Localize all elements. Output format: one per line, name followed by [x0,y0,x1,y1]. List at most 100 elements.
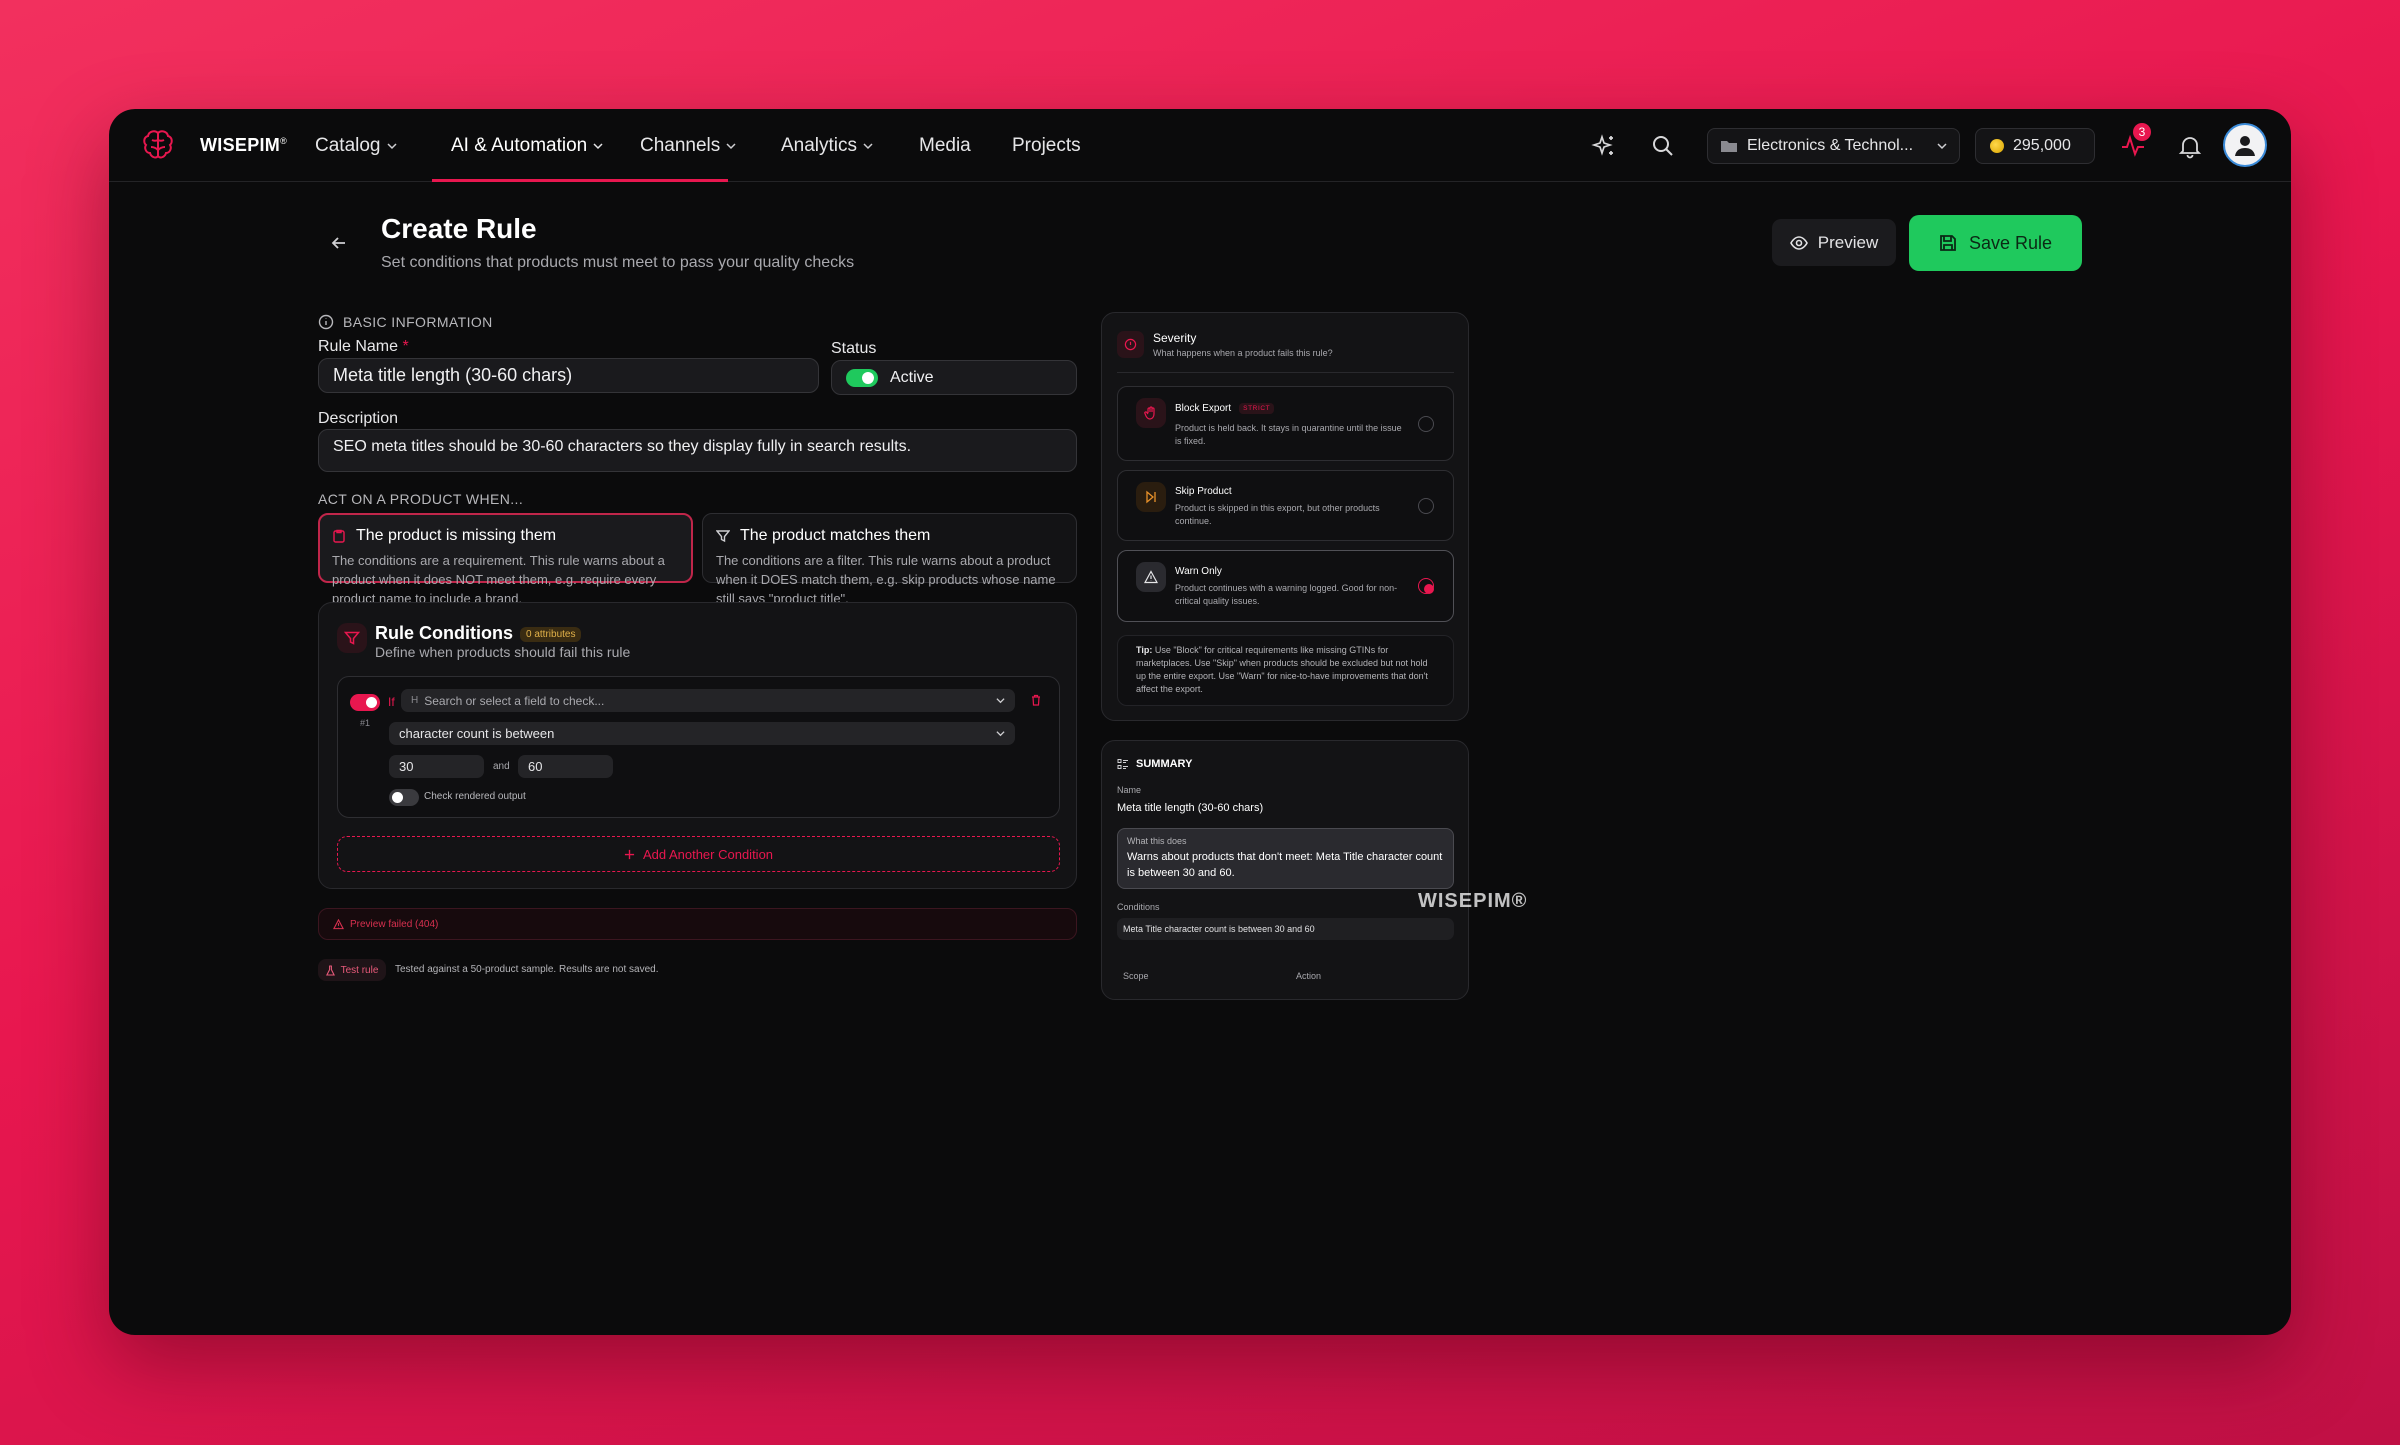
min-value-input[interactable]: 30 [389,755,484,778]
tip-box: Tip: Use "Block" for critical requiremen… [1117,635,1454,706]
check-rendered-toggle[interactable] [389,789,419,806]
rule-conditions-subtitle: Define when products should fail this ru… [375,644,631,660]
notification-count-badge: 3 [2133,123,2151,141]
heading-icon: H [411,695,419,706]
severity-warn-only[interactable]: Warn Only Product continues with a warni… [1117,550,1454,622]
eye-icon [1789,235,1808,250]
severity-block-export[interactable]: Block Export STRICT Product is held back.… [1117,386,1454,461]
status-toggle[interactable] [846,368,878,387]
if-label: If [388,695,395,709]
avatar[interactable] [2223,123,2267,167]
summary-name-value: Meta title length (30-60 chars) [1117,802,1264,814]
flask-icon [325,964,335,976]
max-value-input[interactable]: 60 [518,755,613,778]
back-arrow-icon[interactable] [329,233,349,253]
chevron-down-icon [996,731,1005,737]
operator-select[interactable]: character count is between [389,722,1015,745]
nav-active-indicator [432,179,728,182]
description-label: Description [318,410,399,427]
description-textarea[interactable]: SEO meta titles should be 30-60 characte… [318,429,1077,472]
chevron-down-icon [1937,143,1947,150]
section-act-on: ACT ON A PRODUCT WHEN... [318,491,524,507]
warning-icon [1136,562,1166,592]
warn-only-radio[interactable] [1418,578,1434,594]
top-nav: WISEPIM® Catalog AI & Automation Channel… [109,109,2291,182]
page-subtitle: Set conditions that products must meet t… [381,254,855,271]
test-rule-button[interactable]: Test rule [318,959,386,981]
summary-conditions-value: Meta Title character count is between 30… [1117,918,1454,940]
skip-product-radio[interactable] [1418,497,1434,514]
brand-name: WISEPIM® [200,135,288,155]
sparkles-icon[interactable] [1591,133,1617,159]
summary-title: SUMMARY [1117,758,1192,770]
list-checks-icon [1117,759,1128,769]
act-on-matches-option[interactable]: The product matches them The conditions … [702,513,1077,606]
info-icon [318,314,334,330]
and-label: and [493,761,510,772]
rule-conditions-panel: Rule Conditions 0 attributes Define when … [318,602,1077,889]
chevron-down-icon [726,143,736,150]
warning-icon [333,918,344,929]
app-window: WISEPIM® Catalog AI & Automation Channel… [109,109,2291,1335]
rule-conditions-title: Rule Conditions 0 attributes [375,623,582,644]
nav-media[interactable]: Media [919,135,971,157]
clipboard-icon [333,529,345,543]
rule-name-input[interactable]: Meta title length (30-60 chars) [318,358,819,393]
strict-tag: STRICT [1239,403,1275,414]
nav-channels[interactable]: Channels [640,135,736,157]
delete-condition-icon[interactable] [1030,694,1042,706]
plus-icon [624,849,635,859]
bell-icon[interactable] [2177,133,2203,159]
user-icon [2235,136,2255,156]
status-field: Active [831,360,1077,395]
summary-scope-label: Scope [1123,971,1149,981]
divider [1117,372,1454,373]
chevron-down-icon [593,143,603,150]
severity-subtitle: What happens when a product fails this r… [1153,348,1333,358]
credits-balance[interactable]: 295,000 [1975,128,2095,164]
status-label: Status [831,340,877,357]
chevron-down-icon [996,698,1005,704]
chevron-down-icon [863,143,873,150]
section-basic-information: BASIC INFORMATION [318,314,493,330]
brain-logo-icon[interactable] [137,125,179,167]
preview-error-banner: Preview failed (404) [318,908,1077,940]
folder-icon [1721,141,1737,152]
filter-icon [337,623,367,653]
summary-conditions-label: Conditions [1117,902,1160,912]
field-select[interactable]: H Search or select a field to check... [401,689,1015,712]
search-icon[interactable] [1650,133,1676,159]
preview-button[interactable]: Preview [1772,219,1896,266]
skip-forward-icon [1136,482,1166,512]
nav-ai-automation[interactable]: AI & Automation [451,135,603,157]
nav-projects[interactable]: Projects [1012,135,1081,157]
page-title: Create Rule [381,213,537,244]
catalog-selector[interactable]: Electronics & Technol... [1707,128,1960,164]
coin-icon [1990,139,2004,153]
severity-panel: Severity What happens when a product fai… [1101,312,1469,721]
summary-action-label: Action [1296,971,1322,981]
chevron-down-icon [386,143,397,150]
act-on-missing-option[interactable]: The product is missing them The conditio… [318,513,693,606]
watermark: WISEPIM® [1418,890,1528,912]
condition-index: #1 [360,718,371,728]
severity-skip-product[interactable]: Skip Product Product is skipped in this … [1117,470,1454,541]
test-note: Tested against a 50-product sample. Resu… [395,964,659,975]
nav-analytics[interactable]: Analytics [781,135,873,157]
check-rendered-label: Check rendered output [424,791,526,802]
block-export-radio[interactable] [1418,415,1434,432]
nav-catalog[interactable]: Catalog [315,135,397,157]
attributes-count-badge: 0 attributes [520,626,582,642]
summary-name-label: Name [1117,785,1142,795]
rule-name-label: Rule Name * [318,338,409,355]
add-condition-button[interactable]: Add Another Condition [337,836,1060,872]
condition-enabled-toggle[interactable] [350,694,380,711]
what-this-does-box: What this does Warns about products that… [1117,828,1454,889]
severity-title: Severity [1153,331,1197,345]
save-rule-button[interactable]: Save Rule [1909,215,2082,271]
condition-row-1: #1 If H Search or select a field to chec… [337,676,1060,818]
summary-panel: SUMMARY Name Meta title length (30-60 ch… [1101,740,1469,1000]
alert-circle-icon [1117,331,1144,358]
filter-icon [716,530,730,543]
save-icon [1940,235,1956,251]
